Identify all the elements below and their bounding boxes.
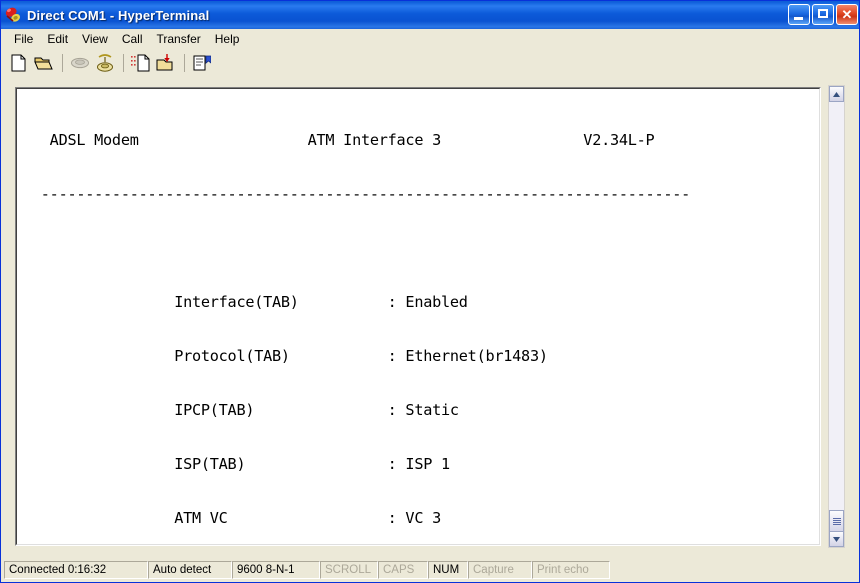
open-folder-icon[interactable] (32, 52, 55, 74)
close-icon: ✕ (837, 8, 857, 21)
menu-item-edit[interactable]: Edit (40, 30, 75, 48)
disconnect-phone-icon (68, 52, 91, 74)
new-connection-icon[interactable] (7, 52, 30, 74)
toolbar-separator (123, 54, 124, 72)
scrollbar-grip-icon (833, 518, 841, 525)
receive-file-icon[interactable] (154, 52, 177, 74)
menu-item-transfer[interactable]: Transfer (150, 30, 208, 48)
terminal-text: ADSL Modem ATM Interface 3 V2.34L-P ----… (23, 95, 690, 545)
menu-item-call[interactable]: Call (115, 30, 150, 48)
hyperterminal-window: Direct COM1 - HyperTerminal ✕ File Edit … (0, 0, 860, 583)
terminal-frame: ADSL Modem ATM Interface 3 V2.34L-P ----… (15, 87, 821, 546)
terminal-line: ATM VC : VC 3 (23, 509, 690, 527)
status-connected: Connected 0:16:32 (4, 561, 148, 579)
terminal-line: ----------------------------------------… (23, 185, 690, 203)
status-caps: CAPS (378, 561, 428, 579)
phone-icon (4, 6, 22, 24)
maximize-button[interactable] (812, 4, 834, 25)
scroll-up-arrow-icon[interactable] (829, 86, 844, 102)
close-button[interactable]: ✕ (836, 4, 858, 25)
window-title: Direct COM1 - HyperTerminal (27, 8, 209, 23)
terminal-line: Interface(TAB) : Enabled (23, 293, 690, 311)
scrollbar-thumb[interactable] (829, 510, 844, 532)
status-capture: Capture (468, 561, 532, 579)
terminal-line: IPCP(TAB) : Static (23, 401, 690, 419)
title-bar[interactable]: Direct COM1 - HyperTerminal ✕ (1, 1, 860, 29)
terminal-line: ISP(TAB) : ISP 1 (23, 455, 690, 473)
terminal-line: ADSL Modem ATM Interface 3 V2.34L-P (23, 131, 690, 149)
menu-item-file[interactable]: File (7, 30, 40, 48)
status-num: NUM (428, 561, 468, 579)
send-file-icon[interactable] (129, 52, 152, 74)
menu-bar: File Edit View Call Transfer Help (2, 29, 858, 49)
window-controls: ✕ (788, 4, 858, 25)
status-detect: Auto detect (148, 561, 232, 579)
status-line-settings: 9600 8-N-1 (232, 561, 320, 579)
terminal-screen[interactable]: ADSL Modem ATM Interface 3 V2.34L-P ----… (16, 88, 820, 545)
properties-icon[interactable] (190, 52, 213, 74)
vertical-scrollbar[interactable] (828, 85, 845, 548)
status-bar: Connected 0:16:32 Auto detect 9600 8-N-1… (2, 558, 858, 582)
minimize-button[interactable] (788, 4, 810, 25)
client-area: ADSL Modem ATM Interface 3 V2.34L-P ----… (2, 77, 858, 558)
status-scroll: SCROLL (320, 561, 378, 579)
menu-item-view[interactable]: View (75, 30, 115, 48)
scroll-down-arrow-icon[interactable] (829, 531, 844, 547)
call-phone-icon[interactable] (93, 52, 116, 74)
toolbar-separator (62, 54, 63, 72)
status-print-echo: Print echo (532, 561, 610, 579)
toolbar (2, 49, 858, 77)
menu-item-help[interactable]: Help (208, 30, 247, 48)
terminal-line: Protocol(TAB) : Ethernet(br1483) (23, 347, 690, 365)
terminal-line (23, 239, 690, 257)
toolbar-separator (184, 54, 185, 72)
